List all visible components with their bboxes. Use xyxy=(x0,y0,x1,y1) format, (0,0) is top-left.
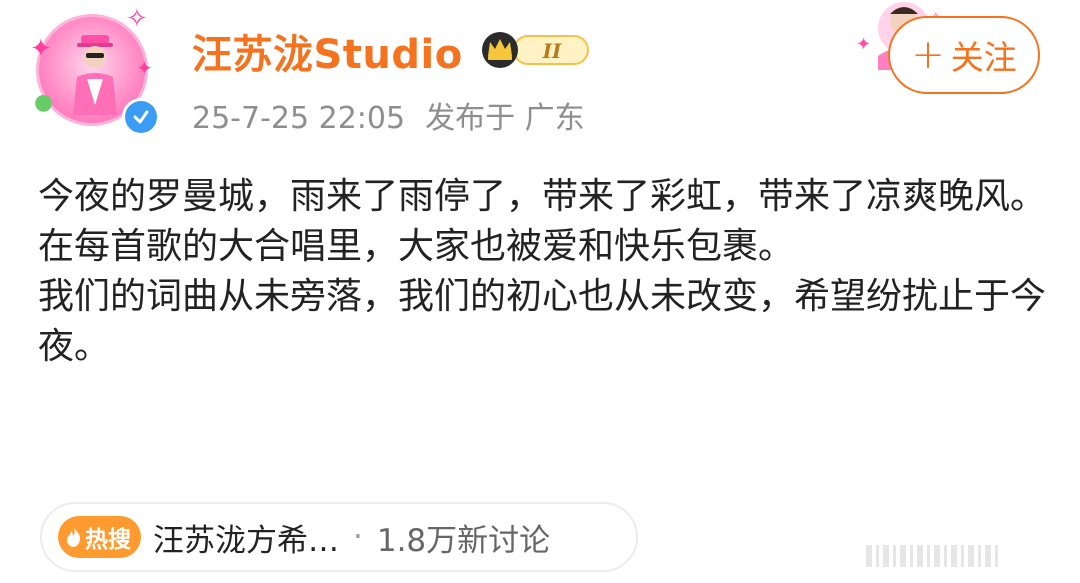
avatar[interactable]: ✦ ✧ ✦ ● xyxy=(30,4,160,136)
verified-badge xyxy=(122,98,160,136)
post-location: 发布于 广东 xyxy=(425,101,585,136)
post-paragraph: 我们的词曲从未旁落，我们的初心也从未改变，希望纷扰止于今夜。 xyxy=(38,276,1047,367)
watermark xyxy=(866,545,998,567)
hot-search-count: 1.8万新讨论 xyxy=(376,522,551,559)
verified-check-icon xyxy=(133,110,149,124)
star-decoration-icon: ✦ xyxy=(30,34,52,64)
frog-decoration-icon: ● xyxy=(34,90,54,115)
post-meta: 25-7-25 22:05 发布于 广东 xyxy=(192,93,585,137)
post-paragraph: 今夜的罗曼城，雨来了雨停了，带来了彩虹，带来了凉爽晚风。在每首歌的大合唱里，大家… xyxy=(38,176,1047,267)
post-content: 今夜的罗曼城，雨来了雨停了，带来了彩虹，带来了凉爽晚风。在每首歌的大合唱里，大家… xyxy=(38,172,1048,372)
flame-icon xyxy=(67,527,81,547)
username[interactable]: 汪苏泷Studio xyxy=(192,22,463,80)
star-decoration-icon: ✦ xyxy=(136,56,153,80)
hot-search-tag-label: 热搜 xyxy=(85,527,131,553)
hot-search-link[interactable]: 热搜 汪苏泷方希… · 1.8万新讨论 xyxy=(40,502,638,572)
hot-search-topic: 汪苏泷方希… xyxy=(153,522,339,559)
level-badge: II xyxy=(482,32,589,68)
hot-search-tag: 热搜 xyxy=(58,516,141,558)
svg-text:✦: ✦ xyxy=(856,34,871,55)
weibo-post: ✦ ✧ ✦ ● 汪苏泷Studio II 25-7-25 22:05 发布于 广东… xyxy=(0,0,1080,583)
post-timestamp: 25-7-25 22:05 xyxy=(192,101,406,136)
hot-search-separator: · xyxy=(353,519,363,555)
plus-icon: + xyxy=(911,32,945,78)
level-badge-label: II xyxy=(542,39,562,63)
follow-button[interactable]: + 关注 xyxy=(888,16,1040,94)
star-decoration-icon: ✧ xyxy=(126,4,148,34)
avatar-person-icon xyxy=(73,35,117,115)
follow-label: 关注 xyxy=(950,38,1017,77)
